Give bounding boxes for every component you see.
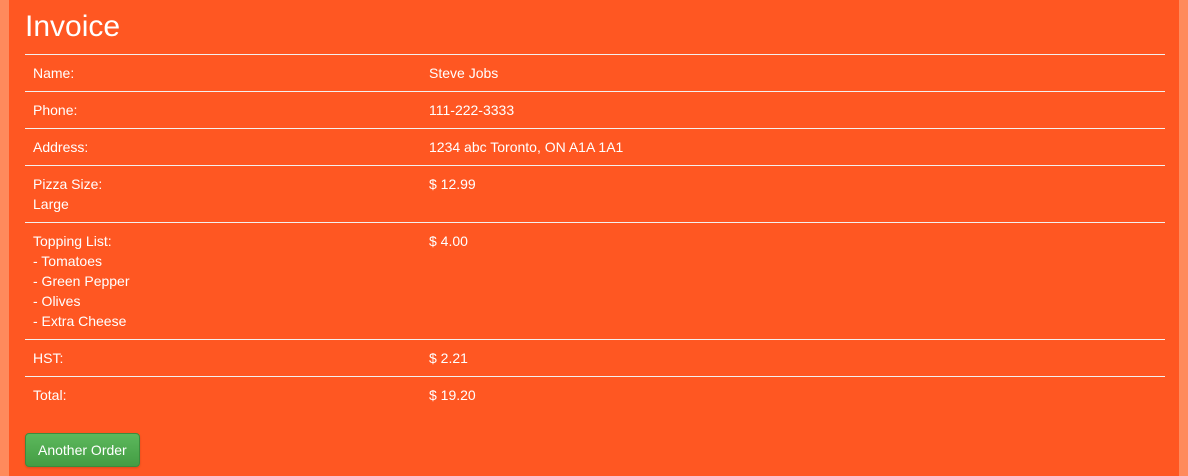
hst-label: HST: [25, 339, 421, 377]
table-row: HST: $ 2.21 [25, 339, 1165, 377]
topping-list-cell: Topping List: - Tomatoes - Green Pepper … [25, 222, 421, 340]
table-row: Address: 1234 abc Toronto, ON A1A 1A1 [25, 128, 1165, 166]
table-row: Topping List: - Tomatoes - Green Pepper … [25, 222, 1165, 340]
topping-item: - Olives [33, 293, 81, 309]
table-row: Total: $ 19.20 [25, 376, 1165, 413]
address-value: 1234 abc Toronto, ON A1A 1A1 [421, 128, 1165, 166]
topping-list-label: Topping List: [33, 233, 112, 249]
table-row: Name: Steve Jobs [25, 54, 1165, 92]
topping-price: $ 4.00 [421, 222, 1165, 340]
table-row: Phone: 111-222-3333 [25, 91, 1165, 129]
table-row: Pizza Size: Large $ 12.99 [25, 165, 1165, 223]
phone-label: Phone: [25, 91, 421, 129]
phone-value: 111-222-3333 [421, 91, 1165, 129]
total-value: $ 19.20 [421, 376, 1165, 413]
pizza-size-cell: Pizza Size: Large [25, 165, 421, 223]
pizza-size-value: Large [33, 196, 69, 212]
hst-value: $ 2.21 [421, 339, 1165, 377]
name-label: Name: [25, 54, 421, 92]
page-title: Invoice [25, 10, 121, 43]
another-order-button[interactable]: Another Order [25, 433, 140, 467]
topping-item: - Tomatoes [33, 253, 102, 269]
name-value: Steve Jobs [421, 54, 1165, 92]
topping-item: - Green Pepper [33, 273, 130, 289]
pizza-size-label: Pizza Size: [33, 176, 103, 192]
topping-item: - Extra Cheese [33, 313, 127, 329]
pizza-size-price: $ 12.99 [421, 165, 1165, 223]
invoice-table: Name: Steve Jobs Phone: 111-222-3333 Add… [25, 54, 1165, 413]
invoice-panel: Invoice Name: Steve Jobs Phone: 111-222-… [9, 0, 1179, 476]
address-label: Address: [25, 128, 421, 166]
total-label: Total: [25, 376, 421, 413]
